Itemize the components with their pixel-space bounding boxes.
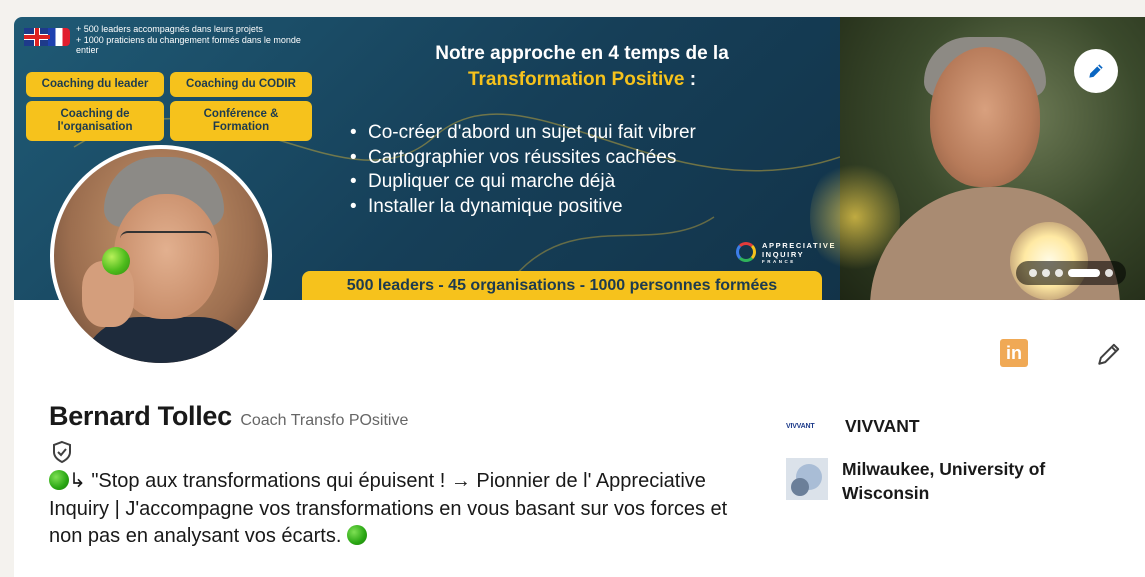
name-row: Bernard Tollec Coach Transfo POsitive: [49, 401, 408, 432]
profile-headline: ↳ "Stop aux transformations qui épuisent…: [49, 468, 749, 551]
green-circle-emoji-icon: [346, 525, 367, 545]
edit-profile-button[interactable]: [1094, 339, 1124, 369]
banner-claim: + 1000 praticiens du changement formés d…: [76, 34, 301, 56]
banner-claim: + 500 leaders accompagnés dans leurs pro…: [76, 24, 263, 34]
banner-stats-strip: 500 leaders - 45 organisations - 1000 pe…: [302, 271, 822, 300]
org-name[interactable]: Milwaukee, University of Wisconsin: [842, 458, 1092, 505]
banner-bullet: Dupliquer ce qui marche déjà: [348, 170, 696, 195]
verified-shield-icon[interactable]: [51, 440, 73, 464]
profile-card: + 500 leaders accompagnés dans leurs pro…: [14, 17, 1145, 577]
chip-label: Coaching de l'organisation: [57, 108, 133, 133]
banner-claims: + 500 leaders accompagnés dans leurs pro…: [76, 24, 316, 56]
banner-title-highlight: Transformation Positive: [467, 69, 685, 90]
carousel-dot[interactable]: [1042, 269, 1050, 277]
banner-bullets: Co-créer d'abord un sujet qui fait vibre…: [348, 121, 696, 219]
pencil-outline-icon: [1098, 343, 1120, 365]
flags-icon: [24, 25, 70, 49]
banner-carousel-indicator[interactable]: [1016, 261, 1126, 285]
green-ball-icon: [102, 247, 130, 275]
avatar[interactable]: [50, 145, 272, 367]
chip-coaching-codir: Coaching du CODIR: [170, 72, 312, 97]
banner-title-line2: Transformation Positive :: [332, 67, 832, 93]
org-name[interactable]: VIVVANT: [845, 415, 920, 439]
vivvant-logo: VIVVANT: [786, 423, 815, 431]
carousel-dot[interactable]: [1029, 269, 1037, 277]
banner-title-suffix: :: [684, 69, 697, 90]
linkedin-icon[interactable]: in: [1000, 339, 1028, 367]
carousel-dot[interactable]: [1055, 269, 1063, 277]
chip-coaching-organisation: Coaching de l'organisation: [26, 101, 164, 141]
ai-logo-ring-icon: [736, 242, 756, 262]
banner-bullet: Cartographier vos réussites cachées: [348, 146, 696, 171]
pencil-icon: [1089, 64, 1103, 78]
school-logo-icon: [786, 458, 828, 500]
headline-text: ↳ "Stop aux transformations qui épuisent…: [49, 470, 728, 547]
green-circle-emoji-icon: [49, 470, 69, 490]
profile-name: Bernard Tollec: [49, 401, 232, 431]
france-flag-icon: [48, 28, 70, 46]
org-current-company[interactable]: VIVVANT VIVVANT: [786, 415, 1116, 439]
chip-conference-formation: Conférence & Formation: [170, 101, 312, 141]
chip-label: Conférence & Formation: [203, 108, 279, 133]
uk-flag-icon: [24, 28, 50, 46]
photo-face: [930, 47, 1040, 187]
org-education[interactable]: Milwaukee, University of Wisconsin: [786, 458, 1116, 505]
edit-banner-button[interactable]: [1074, 49, 1118, 93]
profile-pronoun: Coach Transfo POsitive: [240, 412, 409, 429]
carousel-dot[interactable]: [1105, 269, 1113, 277]
chip-coaching-leader: Coaching du leader: [26, 72, 164, 97]
carousel-active-indicator[interactable]: [1068, 269, 1100, 277]
banner-bullet: Co-créer d'abord un sujet qui fait vibre…: [348, 121, 696, 146]
avatar-glasses: [120, 231, 212, 255]
banner-bullet: Installer la dynamique positive: [348, 195, 696, 220]
banner-title-line1: Notre approche en 4 temps de la: [435, 43, 729, 64]
banner-title: Notre approche en 4 temps de la Transfor…: [332, 41, 832, 93]
avatar-photo: [54, 149, 268, 363]
